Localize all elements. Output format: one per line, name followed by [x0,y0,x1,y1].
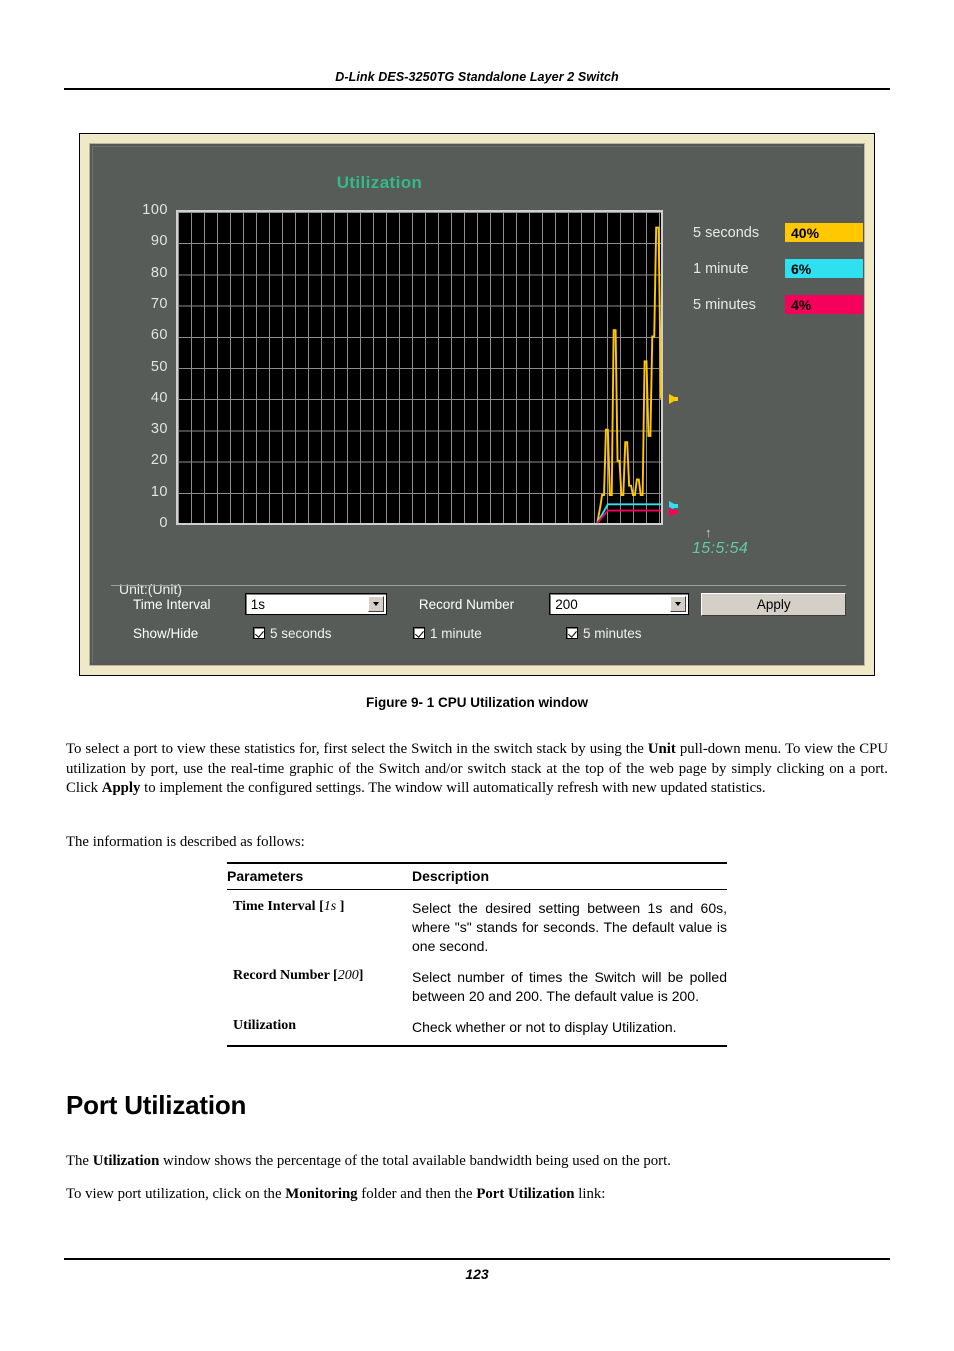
controls-bar: Time Interval 1s Record Number 200 Apply… [111,585,846,652]
page-footer: 123 [64,1258,890,1282]
controls-row-primary: Time Interval 1s Record Number 200 Apply [111,592,846,616]
show-hide-label: Show/Hide [133,625,199,641]
series-group [597,228,661,523]
table-row: Time Interval [1s ] Select the desired se… [227,890,727,959]
checkmark-icon[interactable] [253,627,265,639]
checkmark-icon[interactable] [413,627,425,639]
parameters-table: Parameters Description Time Interval [1s… [227,862,727,1047]
table-body: Time Interval [1s ] Select the desired se… [227,890,727,1045]
table-cell-parameter: Time Interval [1s ] [233,899,345,914]
page-number: 123 [465,1266,489,1282]
record-number-label: Record Number [418,596,515,612]
chart-legend: 5 seconds 40% 1 minute 6% 5 minutes 4% [693,223,883,331]
series-line-5-seconds [597,228,661,523]
time-interval-label: Time Interval [133,596,211,612]
legend-row-1: 1 minute 6% [693,259,883,278]
legend-value-swatch: 40% [785,223,863,242]
table-header-parameters: Parameters [227,868,304,884]
body-paragraph-2: The information is described as follows: [66,834,305,850]
legend-row-0: 5 seconds 40% [693,223,883,242]
y-axis-tick-10: 10 [150,483,168,500]
marker-tail [669,510,678,515]
legend-value-swatch: 4% [785,295,863,314]
chevron-down-icon[interactable] [670,596,687,612]
time-interval-select[interactable]: 1s [244,593,387,615]
plot-series-svg [178,212,661,523]
y-axis-tick-40: 40 [150,389,168,406]
y-axis-tick-60: 60 [150,327,168,344]
checkbox-1-minute[interactable]: 1 minute [413,626,566,641]
legend-label: 5 minutes [693,296,756,313]
figure-caption: Figure 9- 1 CPU Utilization window [365,695,588,710]
checkbox-label: 5 seconds [270,625,332,641]
y-axis-tick-90: 90 [150,233,168,250]
checkmark-icon[interactable] [566,627,578,639]
table-header-row: Parameters Description [227,864,727,889]
series-line-1-minute [597,504,661,523]
header-rule [64,88,890,90]
marker-5-seconds [669,394,678,404]
marker-tail [669,397,678,401]
show-hide-checkbox-group: 5 seconds 1 minute 5 minutes [253,626,642,641]
table-row: Utilization Check whether or not to displ… [227,1009,727,1045]
table-cell-description: Select number of times the Switch will b… [412,969,727,1004]
time-axis-label: 15:5:54 [692,540,749,557]
legend-label: 5 seconds [693,224,760,241]
table-bottom-rule [227,1045,727,1047]
y-axis-tick-70: 70 [150,295,168,312]
record-number-select[interactable]: 200 [549,593,690,615]
controls-row-showhide: Show/Hide 5 seconds 1 minute 5 minutes [111,622,846,644]
table-row: Record Number [200] Select number of time… [227,959,727,1009]
legend-value-swatch: 6% [785,259,863,278]
footer-rule [64,1258,890,1260]
x-axis-tick-marker: ↑ [705,525,712,540]
record-number-value: 200 [555,596,578,612]
chevron-down-icon[interactable] [367,596,384,612]
table-cell-parameter: Record Number [200] [233,968,364,983]
page-running-header: D-Link DES-3250TG Standalone Layer 2 Swi… [64,70,890,90]
y-axis: 100 90 80 70 60 50 40 30 20 10 0 [116,202,168,531]
apply-button[interactable]: Apply [701,592,846,616]
time-interval-value: 1s [250,596,266,612]
checkbox-label: 1 minute [430,625,482,641]
checkbox-5-seconds[interactable]: 5 seconds [253,626,413,641]
table-cell-parameter: Utilization [233,1018,296,1033]
marker-5-minutes [669,507,678,518]
chart-title: Utilization [336,173,423,192]
window-inner-frame: Utilization 100 90 80 70 60 50 40 30 20 10 0 ↑ 15:… [89,143,865,666]
window-panel: Utilization 100 90 80 70 60 50 40 30 20 10 0 ↑ 15:… [92,146,863,663]
y-axis-tick-80: 80 [150,264,168,281]
legend-row-2: 5 minutes 4% [693,295,883,314]
y-axis-tick-100: 100 [142,202,168,218]
y-axis-tick-50: 50 [150,358,168,375]
y-axis-tick-30: 30 [150,421,168,438]
body-paragraph-1: To select a port to view these statistic… [66,741,889,796]
table-header-description: Description [412,868,490,884]
running-header-text: D-Link DES-3250TG Standalone Layer 2 Swi… [335,70,619,84]
checkbox-5-minutes[interactable]: 5 minutes [566,626,642,641]
checkbox-label: 5 minutes [583,625,642,641]
legend-label: 1 minute [693,260,749,277]
series-line-5-minutes [597,511,661,523]
body-paragraph-3: The Utilization window shows the percent… [66,1153,671,1169]
cpu-utilization-window-screenshot: Utilization 100 90 80 70 60 50 40 30 20 10 0 ↑ 15:… [79,133,875,676]
section-title-port-utilization: Port Utilization [66,1090,247,1120]
table-cell-description: Check whether or not to display Utilizat… [412,1019,677,1035]
y-axis-tick-0: 0 [159,515,168,531]
table-cell-description: Select the desired setting between 1s an… [412,900,727,954]
body-paragraph-4: To view port utilization, click on the M… [66,1186,606,1202]
utilization-plot [176,210,663,525]
y-axis-tick-20: 20 [150,452,168,469]
